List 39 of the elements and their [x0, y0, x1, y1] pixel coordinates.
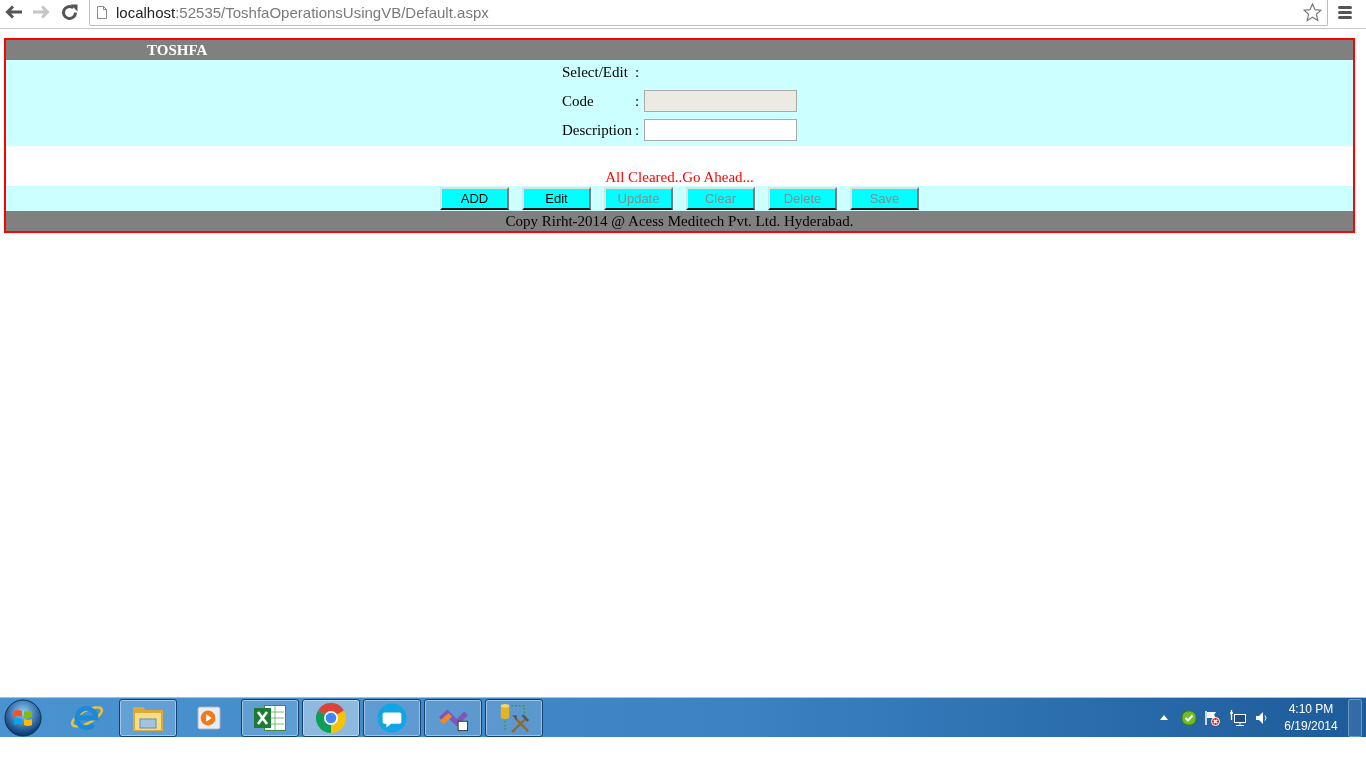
form-button[interactable]: Edit [522, 187, 591, 210]
taskbar-button[interactable] [363, 698, 421, 737]
page-icon [97, 6, 107, 19]
field-label: Code [562, 92, 595, 110]
play-icon [197, 705, 221, 730]
clock-time[interactable]: 4:10 PM [1288, 700, 1334, 718]
taskbar-button[interactable] [241, 698, 299, 737]
status-message: All Cleared..Go Ahead... [605, 168, 754, 186]
orb-logo-icon [4, 698, 42, 737]
field-label: Description [562, 121, 633, 139]
clock-date[interactable]: 6/19/2014 [1284, 717, 1338, 735]
label-colon: : [635, 63, 641, 81]
speaker-icon[interactable] [1255, 710, 1267, 725]
database-tools-icon [498, 701, 530, 734]
form-button[interactable]: ADD [440, 187, 509, 210]
address-bar[interactable]: localhost:52535/ToshfaOperationsUsingVB/Default.aspx [89, 0, 1328, 26]
network-icon[interactable] [1230, 709, 1246, 726]
label-colon: : [635, 92, 641, 110]
label-colon: : [635, 121, 641, 139]
taskbar-button[interactable] [485, 698, 543, 737]
flag-error-icon[interactable] [1204, 709, 1220, 726]
field-label: Select/Edit [562, 63, 629, 81]
reload-icon[interactable] [61, 3, 78, 21]
caret-up-icon[interactable] [1160, 715, 1168, 720]
menu-icon[interactable] [1338, 5, 1352, 19]
spreadsheet-icon [254, 702, 286, 733]
page-title: TOSHFA [147, 41, 208, 59]
check-badge-icon[interactable] [1181, 709, 1197, 726]
taskbar-button[interactable] [302, 698, 360, 737]
footer-text: Copy Rirht-2014 @ Acess Meditech Pvt. Ltd. Hyderabad. [505, 212, 854, 230]
taskbar-button[interactable] [119, 698, 177, 737]
chat-bubble-icon [377, 702, 407, 733]
address-text: localhost:52535/ToshfaOperationsUsingVB/Default.aspx [116, 3, 489, 22]
bookmark-star-icon[interactable] [1303, 3, 1322, 22]
taskbar-button[interactable] [424, 698, 482, 737]
segmented-circle-icon [316, 702, 346, 733]
start-button[interactable] [4, 698, 42, 737]
input-field[interactable] [644, 119, 797, 141]
back-icon[interactable] [5, 5, 22, 19]
